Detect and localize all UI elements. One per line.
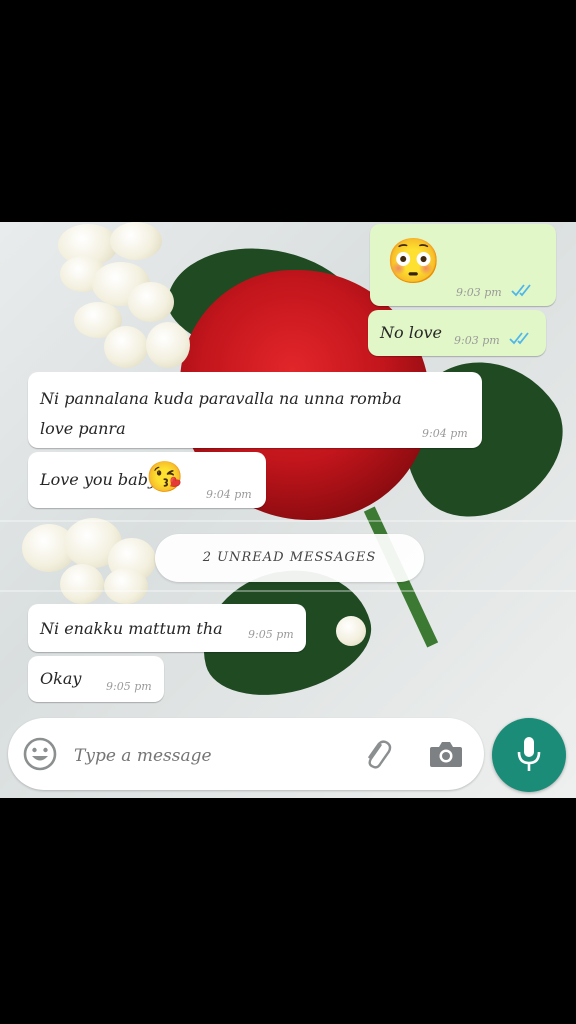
smiley-icon[interactable] bbox=[22, 736, 58, 772]
message-time: 9:05 pm bbox=[106, 680, 152, 693]
wallpaper-jasmine bbox=[104, 568, 148, 604]
message-input-bar bbox=[8, 718, 484, 790]
chat-screen: 😳 9:03 pm No love 9:03 pm Ni pannalana k… bbox=[0, 222, 576, 798]
message-time: 9:03 pm bbox=[456, 286, 502, 299]
voice-message-button[interactable] bbox=[492, 718, 566, 792]
kissing-face-emoji: 😘 bbox=[146, 460, 184, 495]
wallpaper-jasmine bbox=[110, 222, 162, 260]
read-ticks-icon bbox=[509, 332, 529, 345]
message-text: Ni enakku mattum tha bbox=[40, 619, 223, 638]
wallpaper bbox=[0, 222, 576, 798]
message-text: Okay bbox=[40, 669, 82, 688]
message-input[interactable] bbox=[72, 740, 346, 772]
wallpaper-seam bbox=[0, 520, 576, 522]
microphone-icon bbox=[517, 737, 541, 771]
wallpaper-jasmine bbox=[128, 282, 174, 322]
wallpaper-seam bbox=[0, 590, 576, 592]
message-time: 9:05 pm bbox=[248, 628, 294, 641]
wallpaper-jasmine bbox=[336, 616, 366, 646]
incoming-message-bubble[interactable]: Ni pannalana kuda paravalla na unna romb… bbox=[28, 372, 482, 448]
flushed-face-emoji: 😳 bbox=[386, 236, 441, 287]
message-text: Ni pannalana kuda paravalla na unna romb… bbox=[40, 389, 402, 438]
incoming-message-bubble[interactable]: Ni enakku mattum tha 9:05 pm bbox=[28, 604, 306, 652]
read-ticks-icon bbox=[511, 284, 531, 297]
outgoing-message-bubble[interactable]: 😳 9:03 pm bbox=[370, 224, 556, 306]
incoming-message-bubble[interactable]: Love you baby 😘 9:04 pm bbox=[28, 452, 266, 508]
message-text: Love you baby bbox=[40, 470, 157, 489]
unread-messages-banner: 2 UNREAD MESSAGES bbox=[155, 534, 424, 582]
message-text: No love bbox=[380, 323, 442, 342]
message-time: 9:03 pm bbox=[454, 334, 500, 347]
wallpaper-jasmine bbox=[146, 322, 190, 368]
message-time: 9:04 pm bbox=[422, 427, 468, 440]
incoming-message-bubble[interactable]: Okay 9:05 pm bbox=[28, 656, 164, 702]
message-time: 9:04 pm bbox=[206, 488, 252, 501]
paperclip-icon[interactable] bbox=[358, 736, 394, 772]
wallpaper-jasmine bbox=[60, 564, 104, 604]
wallpaper-jasmine bbox=[104, 326, 148, 368]
outgoing-message-bubble[interactable]: No love 9:03 pm bbox=[368, 310, 546, 356]
camera-icon[interactable] bbox=[428, 738, 464, 770]
